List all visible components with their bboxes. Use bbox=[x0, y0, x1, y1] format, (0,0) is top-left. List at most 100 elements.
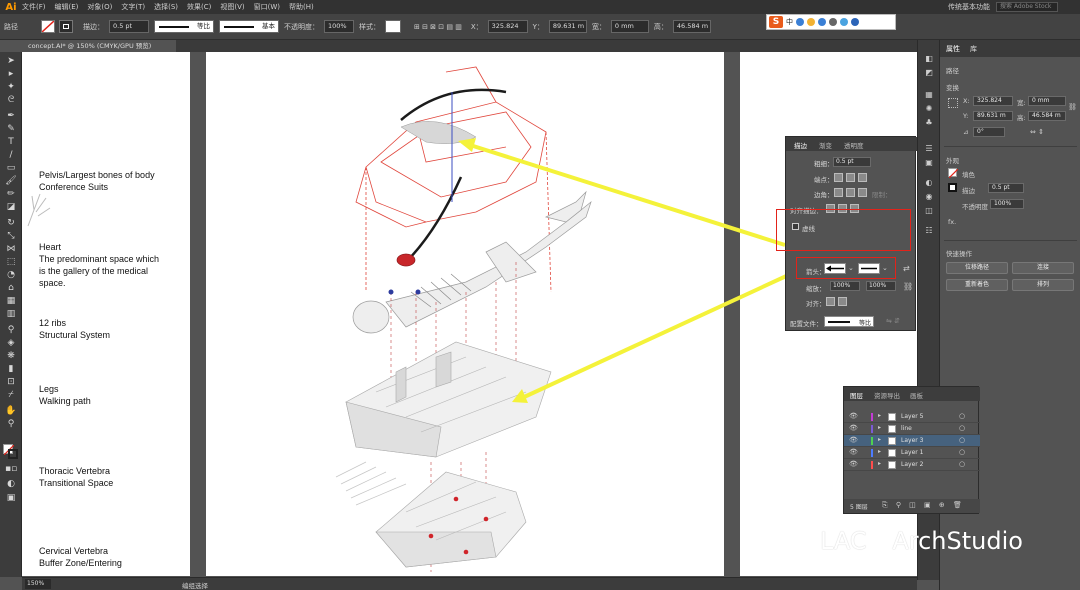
menu-help[interactable]: 帮助(H) bbox=[289, 2, 314, 12]
eraser-icon[interactable]: ◪ bbox=[5, 202, 17, 213]
scale-icon[interactable]: ⤡ bbox=[5, 231, 17, 242]
bevel-join-icon[interactable] bbox=[858, 188, 867, 197]
target-circle-icon[interactable]: ○ bbox=[959, 436, 965, 444]
layer-row[interactable]: 👁 ▸ Layer 5 ○ bbox=[844, 411, 980, 423]
draw-mode-icon[interactable]: ◐ bbox=[5, 479, 17, 490]
symbols-icon[interactable]: ♣ bbox=[923, 118, 935, 128]
ime-mode[interactable]: 中 bbox=[786, 17, 793, 27]
butt-cap-icon[interactable] bbox=[834, 173, 843, 182]
blend-icon[interactable]: ◈ bbox=[5, 338, 17, 349]
stroke-weight-input[interactable]: 0.5 pt bbox=[109, 20, 149, 33]
color-guide-icon[interactable]: ◩ bbox=[923, 68, 935, 78]
layer-name[interactable]: line bbox=[901, 425, 912, 432]
layer-row[interactable]: 👁 ▸ Layer 2 ○ bbox=[844, 459, 980, 471]
line-tool-icon[interactable]: / bbox=[5, 150, 17, 161]
y-input[interactable]: 89.631 m bbox=[548, 20, 587, 33]
ime-tools-icon[interactable] bbox=[851, 18, 859, 26]
eyedropper-icon[interactable]: ⚲ bbox=[5, 325, 17, 336]
appearance-icon[interactable]: ◉ bbox=[923, 192, 935, 202]
ime-keyboard-icon[interactable] bbox=[829, 18, 837, 26]
layer-name[interactable]: Layer 2 bbox=[901, 461, 923, 468]
arrow-align-extend-icon[interactable] bbox=[826, 297, 835, 306]
document-tab[interactable]: concept.AI* @ 150% (CMYK/GPU 预览) bbox=[22, 40, 176, 52]
expand-arrow-icon[interactable]: ▸ bbox=[878, 424, 881, 431]
scale-start-input[interactable]: 100% bbox=[830, 281, 860, 291]
tab-stroke[interactable]: 描边 bbox=[794, 140, 807, 150]
direct-selection-icon[interactable]: ▸ bbox=[5, 69, 17, 80]
profile-flip-icon[interactable]: ⇋ ⇵ bbox=[886, 317, 900, 325]
h-input[interactable]: 46.584 m bbox=[672, 20, 711, 33]
sogou-logo[interactable]: S bbox=[769, 16, 783, 28]
x-input[interactable]: 325.824 bbox=[487, 20, 528, 33]
scale-end-input[interactable]: 100% bbox=[866, 281, 896, 291]
rotate-angle-input[interactable]: 0° bbox=[973, 127, 1005, 137]
stock-search-input[interactable]: 搜索 Adobe Stock bbox=[996, 2, 1058, 12]
visibility-eye-icon[interactable]: 👁 bbox=[849, 448, 858, 456]
visibility-eye-icon[interactable]: 👁 bbox=[849, 436, 858, 444]
target-circle-icon[interactable]: ○ bbox=[959, 448, 965, 456]
prop-h-input[interactable]: 46.584 m bbox=[1028, 111, 1066, 121]
pathfinder-icon[interactable]: ▣ bbox=[923, 158, 935, 168]
magic-wand-icon[interactable]: ✦ bbox=[5, 82, 17, 93]
link-scale-icon[interactable]: ⛓ bbox=[903, 282, 913, 291]
exploded-axonometric-drawing[interactable] bbox=[206, 52, 724, 576]
flip-icons[interactable]: ⇔ ⇕ bbox=[1030, 128, 1044, 136]
menu-window[interactable]: 窗口(W) bbox=[254, 2, 280, 12]
square-cap-icon[interactable] bbox=[858, 173, 867, 182]
stroke-weight-props[interactable]: 0.5 pt bbox=[988, 183, 1024, 193]
graph-tool-icon[interactable]: ▮ bbox=[5, 364, 17, 375]
ime-emoji-icon[interactable] bbox=[807, 18, 815, 26]
fill-stroke-widget[interactable] bbox=[3, 444, 19, 460]
layer-row[interactable]: 👁 ▸ Layer 1 ○ bbox=[844, 447, 980, 459]
workspace-switcher[interactable]: 传统基本功能 bbox=[948, 2, 990, 12]
tab-libraries[interactable]: 库 bbox=[970, 44, 977, 54]
brushes-icon[interactable]: ✺ bbox=[923, 104, 935, 114]
recolor-button[interactable]: 重新着色 bbox=[946, 279, 1008, 291]
curvature-icon[interactable]: ✎ bbox=[5, 124, 17, 135]
offset-path-button[interactable]: 位移路径 bbox=[946, 262, 1008, 274]
menu-select[interactable]: 选择(S) bbox=[154, 2, 178, 12]
mesh-icon[interactable]: ▦ bbox=[5, 296, 17, 307]
color-mode-icons[interactable]: ▪▫ bbox=[5, 464, 17, 475]
constrain-proportions-icon[interactable]: ⛓ bbox=[1068, 103, 1077, 111]
opacity-input-props[interactable]: 100% bbox=[990, 199, 1024, 209]
ime-skin-icon[interactable] bbox=[840, 18, 848, 26]
visibility-eye-icon[interactable]: 👁 bbox=[849, 412, 858, 420]
graphic-style-picker[interactable] bbox=[385, 20, 401, 33]
expand-arrow-icon[interactable]: ▸ bbox=[878, 448, 881, 455]
layer-name[interactable]: Layer 3 bbox=[901, 437, 923, 444]
align-icons[interactable]: ⊞ ⊟ ⊠ ⊡ ▤ ▥ bbox=[414, 23, 462, 31]
selection-tool-icon[interactable]: ➤ bbox=[5, 56, 17, 67]
color-panel-icon[interactable]: ◧ bbox=[923, 54, 935, 64]
menu-file[interactable]: 文件(F) bbox=[22, 2, 46, 12]
zoom-tool-icon[interactable]: ⚲ bbox=[5, 419, 17, 430]
screen-mode-icon[interactable]: ▣ bbox=[5, 493, 17, 504]
menu-edit[interactable]: 编辑(E) bbox=[55, 2, 79, 12]
width-tool-icon[interactable]: ⋈ bbox=[5, 244, 17, 255]
ime-punct-icon[interactable] bbox=[796, 18, 804, 26]
pencil-icon[interactable]: ✏ bbox=[5, 189, 17, 200]
prop-w-input[interactable]: 0 mm bbox=[1028, 96, 1066, 106]
symbol-sprayer-icon[interactable]: ❋ bbox=[5, 351, 17, 362]
tab-artboards[interactable]: 画板 bbox=[910, 390, 923, 400]
menu-type[interactable]: 文字(T) bbox=[121, 2, 145, 12]
profile-select[interactable]: 等比 bbox=[824, 316, 874, 327]
layer-row-selected[interactable]: 👁 ▸ Layer 3 ○ bbox=[844, 435, 980, 447]
fx-icon[interactable]: fx. bbox=[948, 218, 956, 226]
target-circle-icon[interactable]: ○ bbox=[959, 424, 965, 432]
layers-dock-icon[interactable]: ☷ bbox=[923, 226, 935, 236]
graphic-styles-icon[interactable]: ◫ bbox=[923, 206, 935, 216]
fill-swatch-props[interactable] bbox=[948, 168, 958, 178]
join-button[interactable]: 连接 bbox=[1012, 262, 1074, 274]
round-cap-icon[interactable] bbox=[846, 173, 855, 182]
prop-x-input[interactable]: 325.824 bbox=[973, 96, 1013, 106]
artboard-drawing[interactable] bbox=[206, 52, 724, 576]
status-mode[interactable]: 编组选择 bbox=[182, 580, 208, 590]
target-circle-icon[interactable]: ○ bbox=[959, 412, 965, 420]
expand-arrow-icon[interactable]: ▸ bbox=[878, 436, 881, 443]
brush-definition[interactable]: 基本 bbox=[219, 20, 279, 33]
rotate-icon[interactable]: ↻ bbox=[5, 218, 17, 229]
free-transform-icon[interactable]: ⬚ bbox=[5, 257, 17, 268]
layer-name[interactable]: Layer 1 bbox=[901, 449, 923, 456]
menu-view[interactable]: 视图(V) bbox=[220, 2, 244, 12]
